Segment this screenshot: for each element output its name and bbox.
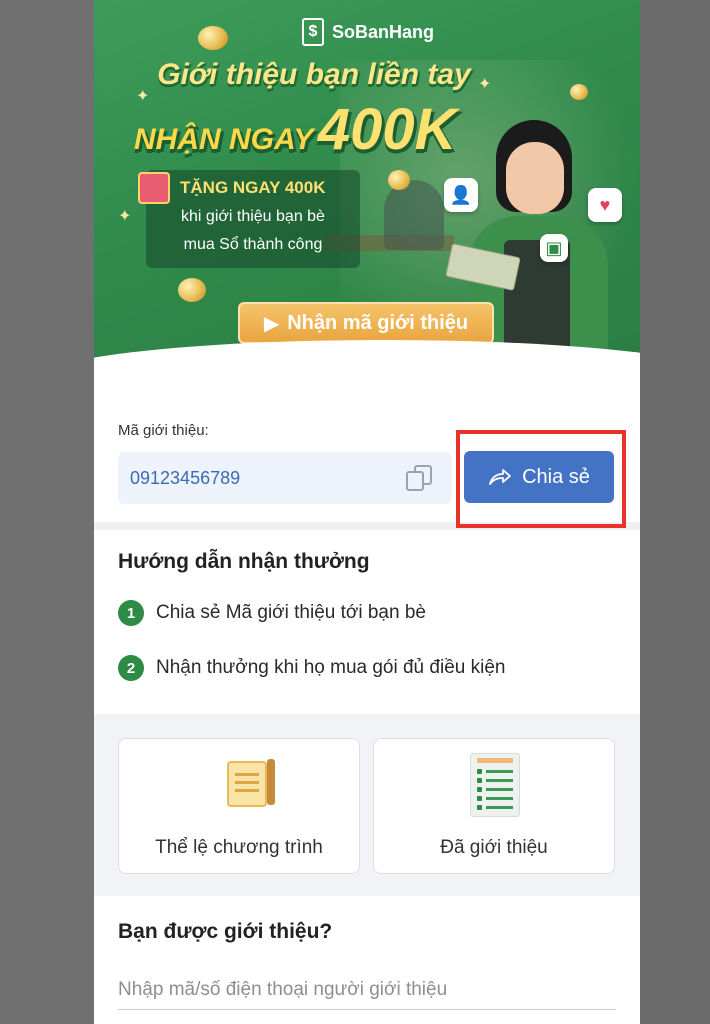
scroll-line <box>235 773 259 776</box>
sparkle-icon: ✦ <box>118 208 132 225</box>
backdrop-right <box>640 0 710 1024</box>
coin-icon <box>388 170 410 190</box>
headline-prefix: NHẬN NGAY <box>134 123 314 156</box>
coin-icon <box>178 278 206 302</box>
scroll-line <box>235 789 259 792</box>
step-number: 2 <box>118 655 144 681</box>
step-text: Chia sẻ Mã giới thiệu tới bạn bè <box>156 602 426 623</box>
headline-amount: 400K <box>317 97 457 162</box>
coin-icon <box>570 84 588 100</box>
guide-step: 2 Nhận thưởng khi họ mua gói đủ điều kiệ… <box>118 655 505 681</box>
referral-code-label: Mã giới thiệu: <box>118 422 209 439</box>
play-triangle-icon: ▶ <box>263 312 280 335</box>
app-screen: $ SoBanHang ✦ ✦ ✦ Giới thiệu bạn liền ta… <box>94 0 640 1024</box>
illustration-face <box>506 142 564 214</box>
promo-line-1: khi giới thiệu bạn bè <box>181 208 325 225</box>
scroll-line <box>235 781 259 784</box>
share-label: Chia sẻ <box>522 465 590 488</box>
gift-icon <box>138 172 170 204</box>
section-divider <box>94 522 640 530</box>
guide-title: Hướng dẫn nhận thưởng <box>118 550 370 573</box>
promo-line-2: mua Sổ thành công <box>183 236 323 253</box>
promo-title: TẶNG NGAY 400K <box>180 178 326 197</box>
share-button[interactable]: Chia sẻ <box>464 451 614 503</box>
referral-code-field: 09123456789 <box>118 452 452 504</box>
banner-headline: Giới thiệu bạn liền tay <box>157 58 471 91</box>
referred-title: Bạn được giới thiệu? <box>118 920 333 943</box>
promo-banner: $ SoBanHang ✦ ✦ ✦ Giới thiệu bạn liền ta… <box>94 0 640 390</box>
referrer-code-input[interactable] <box>118 970 616 1010</box>
program-rules-card[interactable]: Thể lệ chương trình <box>118 738 360 874</box>
checklist-row <box>477 778 513 783</box>
checklist-icon <box>470 753 520 817</box>
checklist-row <box>477 769 513 774</box>
step-number: 1 <box>118 600 144 626</box>
backdrop-left <box>0 0 94 1024</box>
referred-list-card[interactable]: Đã giới thiệu <box>373 738 615 874</box>
brand-logo-icon: $ <box>302 18 324 46</box>
user-bubble-icon: 👤 <box>444 178 478 212</box>
referred-list-label: Đã giới thiệu <box>440 837 548 858</box>
brand-header: $ SoBanHang <box>302 18 434 46</box>
share-arrow-icon <box>489 469 511 485</box>
copy-icon-front <box>406 471 424 491</box>
heart-bubble-icon: ♥ <box>588 188 622 222</box>
banner-curve <box>94 340 640 390</box>
checklist-row <box>477 805 513 810</box>
program-rules-label: Thể lệ chương trình <box>155 837 323 858</box>
checklist-row <box>477 787 513 792</box>
referral-code-value: 09123456789 <box>130 467 241 488</box>
get-referral-code-label: Nhận mã giới thiệu <box>287 311 469 334</box>
scroll-paper <box>227 761 267 807</box>
get-referral-code-button[interactable]: ▶ Nhận mã giới thiệu <box>238 302 494 344</box>
checklist-row <box>477 796 513 801</box>
step-text: Nhận thưởng khi họ mua gói đủ điều kiện <box>156 657 506 678</box>
scroll-pen <box>267 759 275 805</box>
copy-icon[interactable] <box>406 465 434 493</box>
guide-step: 1 Chia sẻ Mã giới thiệu tới bạn bè <box>118 600 426 626</box>
brand-name: SoBanHang <box>332 21 435 42</box>
checklist-header <box>477 758 513 763</box>
background-person <box>384 180 444 250</box>
scroll-icon <box>219 755 279 815</box>
coin-icon <box>198 26 228 50</box>
money-bubble-icon: ▣ <box>540 234 568 262</box>
banner-subheadline: NHẬN NGAY 400K <box>134 96 457 163</box>
